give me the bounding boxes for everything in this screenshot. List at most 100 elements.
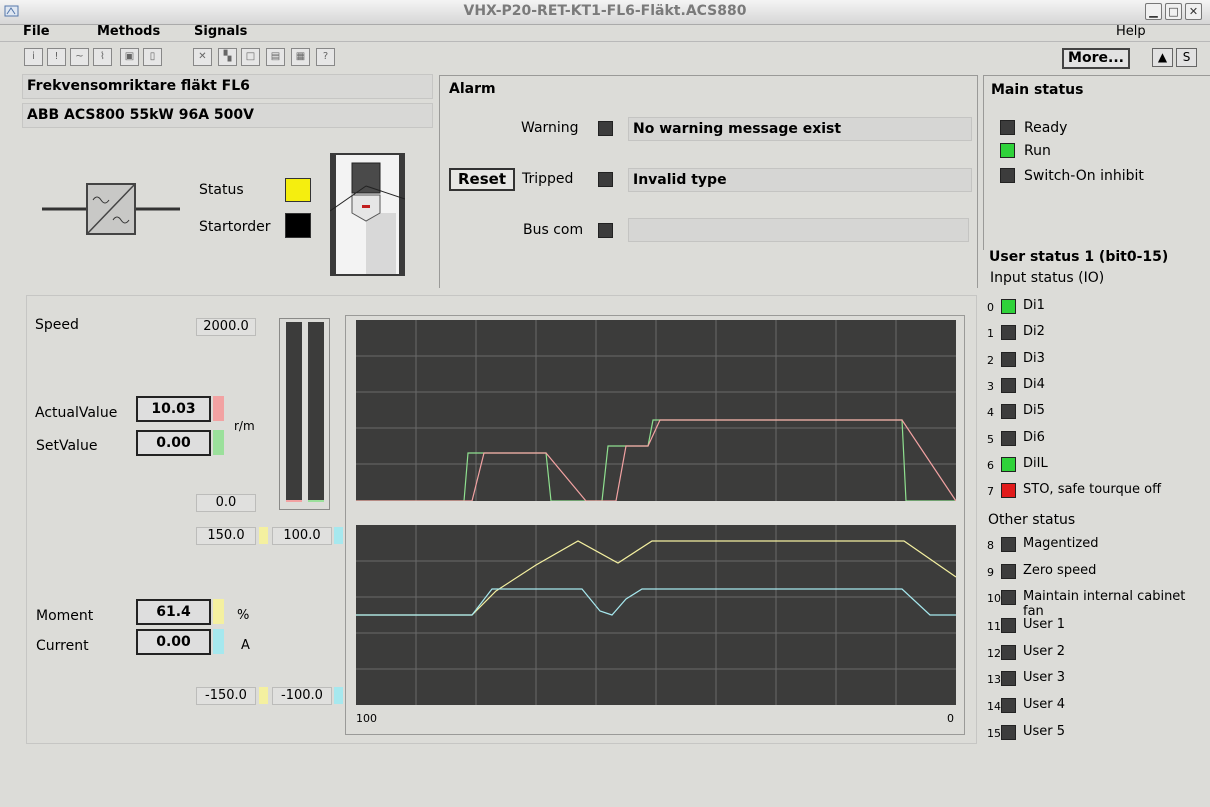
current-color-swatch [334, 527, 343, 544]
triangle-up-icon[interactable]: ▲ [1152, 48, 1173, 67]
current-value-swatch [213, 629, 224, 654]
object-graph-icon[interactable]: ▚ [218, 48, 237, 66]
user-status-index: 14 [987, 700, 1001, 713]
menu-file[interactable]: File [23, 24, 50, 41]
set-speed-bar-fill [308, 500, 324, 502]
warning-indicator [598, 121, 613, 136]
user-status-indicator [1001, 671, 1016, 686]
user-status-label: User 1 [1023, 617, 1066, 632]
user-status-label: Di5 [1023, 403, 1045, 418]
moment-unit: % [237, 608, 250, 623]
user-status-index: 13 [987, 673, 1001, 686]
cross-reference-icon[interactable]: ✕ [193, 48, 212, 66]
trend-icon[interactable]: ~ [70, 48, 89, 66]
drive-image [329, 153, 406, 276]
moment-max-value: 150.0 [196, 527, 256, 545]
actual-color-swatch [213, 396, 224, 421]
device-name-field: Frekvensomriktare fläkt FL6 [22, 74, 433, 99]
user-status-indicator [1001, 352, 1016, 367]
user-status-index: 11 [987, 620, 1001, 633]
user-status-label: Di1 [1023, 298, 1045, 313]
user-status-indicator [1001, 537, 1016, 552]
user-status-index: 7 [987, 485, 994, 498]
info-icon[interactable]: i [24, 48, 43, 66]
time-axis-end: 0 [947, 712, 954, 725]
run-label: Run [1024, 143, 1051, 159]
user-status-label: Di6 [1023, 430, 1045, 445]
set-color-swatch [213, 430, 224, 455]
set-value-label: SetValue [36, 438, 98, 454]
user-status-index: 12 [987, 647, 1001, 660]
user-status-index: 1 [987, 327, 994, 340]
main-status-title: Main status [991, 82, 1084, 98]
history-icon[interactable]: ▣ [120, 48, 139, 66]
actual-speed-bar-fill [286, 500, 302, 502]
user-status-label: User 3 [1023, 670, 1066, 685]
current-max-value: 100.0 [272, 527, 332, 545]
maximize-icon[interactable]: □ [1165, 3, 1182, 20]
user-status-label: User 5 [1023, 724, 1066, 739]
warning-label: Warning [521, 120, 579, 136]
menu-bar [0, 24, 1210, 42]
time-axis-start: 100 [356, 712, 377, 725]
warning-message: No warning message exist [628, 117, 972, 141]
user-status-indicator [1001, 590, 1016, 605]
tripped-message: Invalid type [628, 168, 972, 192]
user-status-label: User 2 [1023, 644, 1066, 659]
set-speed-bar [308, 322, 324, 502]
user-status-index: 3 [987, 380, 994, 393]
navigator-icon[interactable]: ▤ [266, 48, 285, 66]
user-status-index: 8 [987, 539, 994, 552]
user-status-index: 0 [987, 301, 994, 314]
user-status-label: User 4 [1023, 697, 1066, 712]
bus-com-label: Bus com [523, 222, 584, 238]
user-status-indicator [1001, 645, 1016, 660]
ready-indicator [1000, 120, 1015, 135]
current-label: Current [36, 638, 89, 654]
more-button[interactable]: More... [1062, 48, 1130, 69]
user-status-index: 15 [987, 727, 1001, 740]
run-indicator [1000, 143, 1015, 158]
menu-methods[interactable]: Methods [97, 24, 160, 41]
help-icon[interactable]: ? [316, 48, 335, 66]
current-value: 0.00 [136, 629, 211, 655]
switch-on-inhibit-indicator [1000, 168, 1015, 183]
tripped-indicator [598, 172, 613, 187]
menu-help[interactable]: Help [1116, 24, 1146, 41]
window-icon[interactable]: □ [241, 48, 260, 66]
user-status-index: 6 [987, 459, 994, 472]
user-status-indicator [1001, 618, 1016, 633]
object-icon[interactable]: ▦ [291, 48, 310, 66]
signal-icon[interactable]: S [1176, 48, 1197, 67]
title-bar: VHX-P20-RET-KT1-FL6-Fläkt.ACS880 ▁ □ ✕ [0, 0, 1210, 25]
user-status-indicator [1001, 457, 1016, 472]
document-icon[interactable]: ▯ [143, 48, 162, 66]
moment-min-swatch [259, 687, 268, 704]
minimize-icon[interactable]: ▁ [1145, 3, 1162, 20]
user-status-label: Di4 [1023, 377, 1045, 392]
speed-label: Speed [35, 317, 79, 333]
speed-trend-plot [356, 320, 957, 502]
reset-button[interactable]: Reset [449, 168, 515, 191]
menu-signals[interactable]: Signals [194, 24, 247, 41]
moment-label: Moment [36, 608, 94, 624]
actual-value-label: ActualValue [35, 405, 118, 421]
user-status-label: Di3 [1023, 351, 1045, 366]
user-status-indicator [1001, 564, 1016, 579]
user-status-indicator [1001, 404, 1016, 419]
close-icon[interactable]: ✕ [1185, 3, 1202, 20]
alarm-icon[interactable]: ! [47, 48, 66, 66]
user-status-label: Zero speed [1023, 563, 1097, 578]
fast-trend-icon[interactable]: ⌇ [93, 48, 112, 66]
user-status-title: User status 1 (bit0-15) [989, 249, 1169, 265]
other-status-title: Other status [988, 512, 1076, 528]
device-model-field: ABB ACS800 55kW 96A 500V [22, 103, 433, 128]
moment-value-swatch [213, 599, 224, 624]
user-status-indicator [1001, 378, 1016, 393]
switch-on-inhibit-label: Switch-On inhibit [1024, 168, 1144, 184]
user-status-indicator [1001, 325, 1016, 340]
bus-com-message [628, 218, 969, 242]
current-unit: A [241, 638, 250, 653]
window-title: VHX-P20-RET-KT1-FL6-Fläkt.ACS880 [463, 3, 747, 19]
status-indicator [285, 178, 311, 202]
